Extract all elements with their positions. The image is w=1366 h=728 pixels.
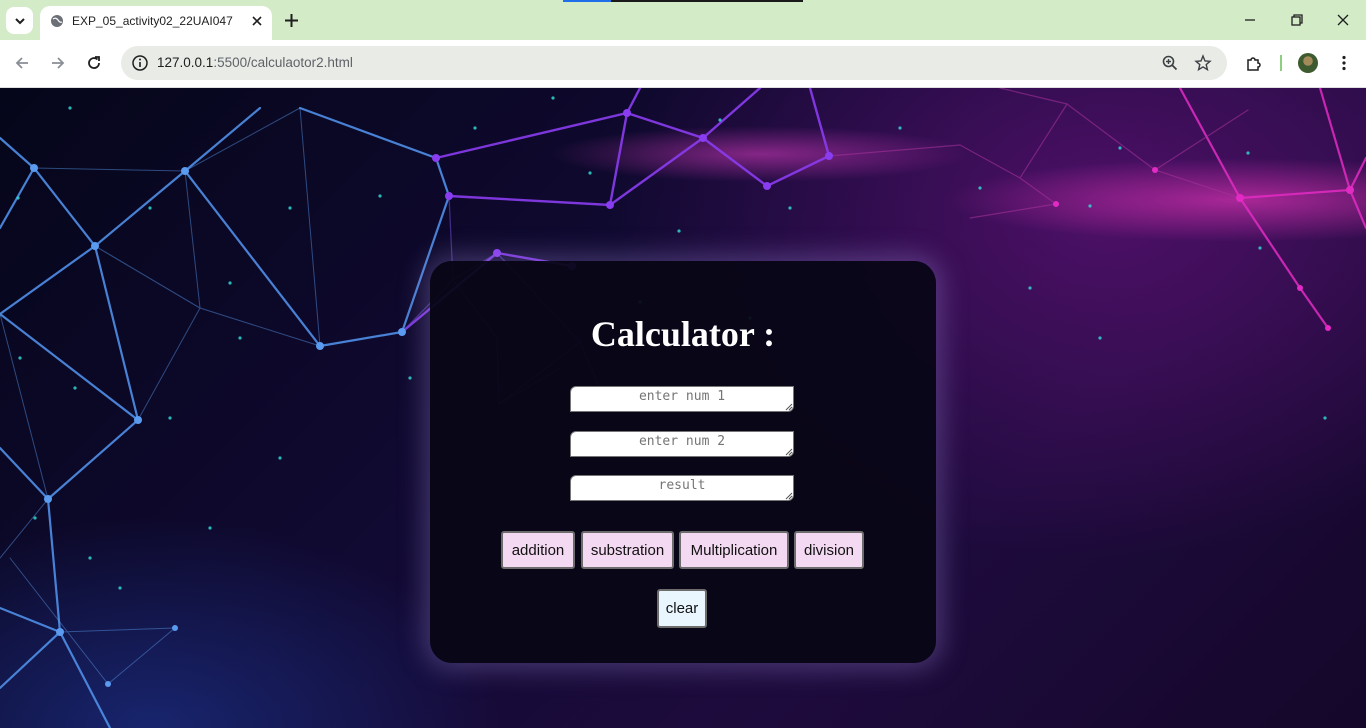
active-tab[interactable]: EXP_05_activity02_22UAI047	[40, 6, 272, 40]
back-icon[interactable]	[13, 54, 31, 72]
num1-input[interactable]	[570, 386, 794, 412]
resize-grip-icon[interactable]	[785, 403, 793, 411]
result-output[interactable]	[570, 475, 794, 501]
multiplication-button[interactable]: Multiplication	[679, 531, 789, 569]
reload-icon[interactable]	[85, 54, 103, 72]
more-menu-icon[interactable]	[1335, 54, 1353, 72]
url-path: :5500/calculaotor2.html	[213, 55, 353, 70]
browser-toolbar: 127.0.0.1:5500/calculaotor2.html	[0, 40, 1366, 88]
forward-icon[interactable]	[49, 54, 67, 72]
loading-indicator	[563, 0, 803, 2]
addition-button[interactable]: addition	[501, 531, 575, 569]
url-text[interactable]: 127.0.0.1:5500/calculaotor2.html	[157, 55, 353, 70]
num1-field-wrapper	[570, 386, 794, 412]
tab-search-button[interactable]	[6, 7, 33, 34]
restore-icon[interactable]	[1288, 11, 1306, 29]
result-field-wrapper	[570, 475, 794, 501]
url-host: 127.0.0.1	[157, 55, 214, 70]
clear-button[interactable]: clear	[657, 589, 707, 628]
chevron-down-icon	[14, 17, 25, 24]
site-info-icon[interactable]	[131, 54, 149, 72]
close-tab-icon[interactable]	[249, 13, 265, 29]
extensions-icon[interactable]	[1245, 54, 1263, 72]
resize-grip-icon[interactable]	[785, 448, 793, 456]
num2-input[interactable]	[570, 431, 794, 457]
close-window-icon[interactable]	[1334, 11, 1352, 29]
tab-title: EXP_05_activity02_22UAI047	[72, 14, 233, 28]
address-bar[interactable]: 127.0.0.1:5500/calculaotor2.html	[121, 46, 1227, 80]
minimize-icon[interactable]	[1241, 11, 1259, 29]
profile-avatar[interactable]	[1298, 53, 1318, 73]
subtraction-button[interactable]: substration	[581, 531, 674, 569]
resize-grip-icon[interactable]	[785, 492, 793, 500]
division-button[interactable]: division	[794, 531, 864, 569]
toolbar-divider	[1280, 55, 1282, 71]
calculator-card: Calculator : addition substration Multip…	[430, 261, 936, 663]
calculator-title: Calculator :	[590, 314, 776, 354]
globe-icon	[51, 15, 63, 27]
tab-strip: EXP_05_activity02_22UAI047	[0, 0, 1366, 40]
new-tab-icon[interactable]	[283, 12, 300, 29]
bookmark-star-icon[interactable]	[1194, 54, 1212, 72]
page-viewport: Calculator : addition substration Multip…	[0, 88, 1366, 728]
zoom-icon[interactable]	[1161, 54, 1179, 72]
num2-field-wrapper	[570, 431, 794, 457]
